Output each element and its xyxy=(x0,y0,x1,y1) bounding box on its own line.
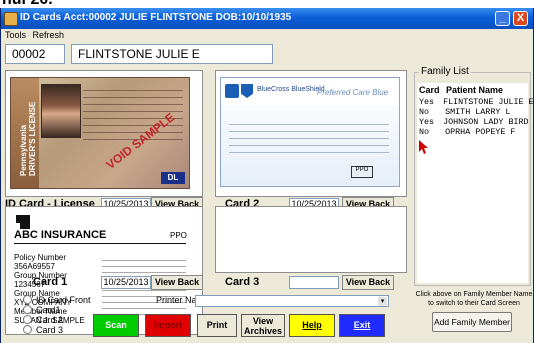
family-row[interactable]: No SMITH LARRY L xyxy=(419,107,510,117)
radio-id-card-front[interactable]: ID Card Front xyxy=(23,295,91,305)
print-button[interactable]: Print xyxy=(197,314,237,337)
radio-circle-icon xyxy=(23,315,32,324)
slot-label-card3: Card 3 xyxy=(225,276,260,288)
license-card-panel[interactable]: Pennsylvania DRIVER'S LICENSE VOID SAMPL… xyxy=(5,70,203,197)
radio-label: Card1 xyxy=(36,305,61,315)
bcbs-ppo-text: PPO xyxy=(351,166,373,178)
card1-view-back-button[interactable]: View Back xyxy=(151,275,203,290)
license-band-text: Pennsylvania DRIVER'S LICENSE xyxy=(19,101,37,176)
id-cards-window: ID Cards Acct:00002 JULIE FLINTSTONE DOB… xyxy=(0,8,534,343)
radio-circle-icon xyxy=(23,295,32,304)
abc-company-name: ABC INSURANCE xyxy=(14,229,107,241)
family-row-name: SMITH LARRY L xyxy=(445,107,511,117)
drivers-license-image: Pennsylvania DRIVER'S LICENSE VOID SAMPL… xyxy=(10,77,190,189)
family-row-name: JOHNSON LADY BIRD xyxy=(443,117,529,127)
family-row[interactable]: No OPRHA POPEYE F xyxy=(419,127,515,137)
card3-view-back-button[interactable]: View Back xyxy=(342,275,394,290)
help-button[interactable]: Help xyxy=(289,314,335,337)
family-row-card: Yes xyxy=(419,97,435,107)
mouse-pointer-icon xyxy=(419,140,428,154)
license-badge: DL xyxy=(161,172,185,184)
bcbs-cross-icon xyxy=(225,84,239,98)
bcbs-plan-text: Preferred Care Blue xyxy=(317,88,389,97)
family-col-name: Patient Name xyxy=(446,85,504,95)
window-title: ID Cards Acct:00002 JULIE FLINTSTONE DOB… xyxy=(20,12,292,23)
card3-date-field[interactable] xyxy=(289,276,339,289)
family-row[interactable]: Yes FLINTSTONE JULIE E xyxy=(419,97,534,107)
abc-plan-text: PPO xyxy=(170,231,187,240)
family-list-group: Family List Card Patient Name Yes FLINTS… xyxy=(414,66,534,286)
view-archives-button[interactable]: View Archives xyxy=(241,314,285,337)
bcbs-brand-text: BlueCross BlueShield xyxy=(257,86,325,93)
family-list-note: Click above on Family Member Name to swi… xyxy=(415,291,533,307)
family-row-name: OPRHA POPEYE F xyxy=(445,127,516,137)
radio-circle-icon xyxy=(23,305,32,314)
abc-member-line: Policy Number xyxy=(14,253,67,262)
app-icon xyxy=(4,12,18,26)
abc-member-line: 356A69557 xyxy=(14,262,55,271)
license-photo xyxy=(41,84,81,138)
chevron-down-icon[interactable]: ▾ xyxy=(378,297,387,306)
family-list[interactable]: Card Patient Name Yes FLINTSTONE JULIE E… xyxy=(417,83,534,283)
radio-circle-icon xyxy=(23,325,32,334)
printer-select[interactable]: ▾ xyxy=(195,295,389,307)
family-row-card: No xyxy=(419,127,430,137)
import-button[interactable]: Import xyxy=(145,314,191,337)
license-band: Pennsylvania DRIVER'S LICENSE xyxy=(11,78,39,188)
family-row-card: Yes xyxy=(419,117,435,127)
add-family-member-button[interactable]: Add Family Member xyxy=(432,312,512,332)
radio-label: Card 2 xyxy=(36,315,64,325)
abc-divider xyxy=(14,243,186,244)
slot-label-card1: Card 1 xyxy=(33,276,68,288)
menu-bar: Tools Refresh xyxy=(1,29,533,43)
family-row[interactable]: Yes JOHNSON LADY BIRD xyxy=(419,117,529,127)
close-button[interactable]: X xyxy=(513,11,528,26)
card1-date-field[interactable]: 10/25/2013 xyxy=(101,276,151,289)
menu-tools[interactable]: Tools xyxy=(5,30,26,40)
radio-card3[interactable]: Card 3 xyxy=(23,325,63,335)
family-col-card: Card xyxy=(419,85,440,95)
family-row-name: FLINTSTONE JULIE E xyxy=(443,97,534,107)
radio-label: Card 3 xyxy=(36,325,64,335)
exit-button[interactable]: Exit xyxy=(339,314,385,337)
page-top-strip: nui 20. xyxy=(0,0,534,8)
titlebar: ID Cards Acct:00002 JULIE FLINTSTONE DOB… xyxy=(1,8,533,29)
menu-refresh[interactable]: Refresh xyxy=(33,30,65,40)
family-list-header: Card Patient Name xyxy=(419,85,503,95)
radio-label: ID Card Front xyxy=(36,295,91,305)
bcbs-card-image: BlueCross BlueShield Preferred Care Blue… xyxy=(220,77,400,187)
card3-panel[interactable] xyxy=(215,206,407,273)
minimize-button[interactable]: _ xyxy=(495,11,510,26)
family-row-card: No xyxy=(419,107,430,117)
scan-button[interactable]: Scan xyxy=(93,314,139,337)
bcbs-text-lines xyxy=(229,118,389,158)
radio-card1[interactable]: Card1 xyxy=(23,305,61,315)
radio-card2[interactable]: Card 2 xyxy=(23,315,63,325)
card2-panel[interactable]: BlueCross BlueShield Preferred Care Blue… xyxy=(215,70,407,197)
family-list-legend: Family List xyxy=(419,66,471,77)
account-name-field[interactable]: FLINTSTONE JULIE E xyxy=(71,44,273,64)
account-number-field[interactable]: 00002 xyxy=(5,44,65,64)
abc-logo-block xyxy=(16,215,30,223)
